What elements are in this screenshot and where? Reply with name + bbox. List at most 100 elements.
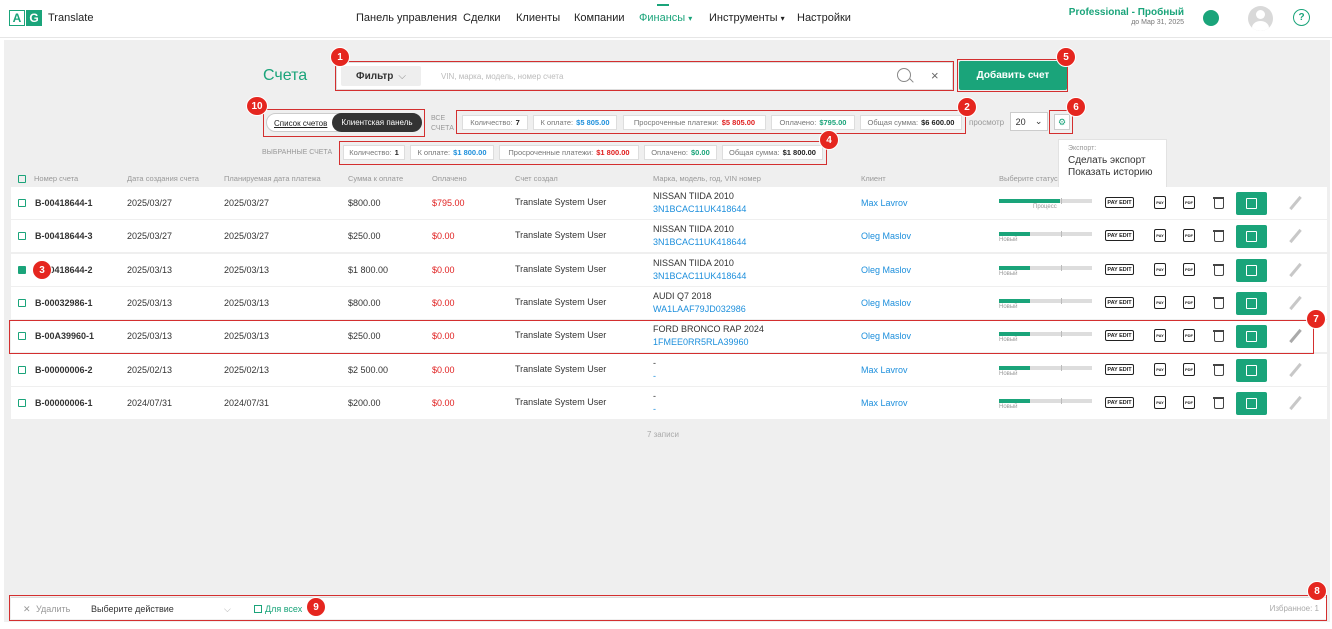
vehicle-vin[interactable]: 3N1BCAC11UK418644 (653, 204, 746, 214)
nav-settings[interactable]: Настройки (797, 12, 851, 24)
status-progress-bar[interactable] (999, 331, 1092, 337)
pdf-icon[interactable]: PDF (1183, 196, 1195, 209)
trash-icon[interactable] (1213, 363, 1224, 376)
edit-pencil-icon[interactable] (1289, 228, 1302, 244)
invoice-number[interactable]: B-00032986-1 (35, 298, 93, 308)
avatar[interactable] (1248, 6, 1273, 31)
status-progress-bar[interactable] (999, 365, 1092, 371)
action-select[interactable]: Выберите действие (91, 604, 174, 614)
pay-edit-icon[interactable]: PAY EDIT (1105, 264, 1134, 275)
col-status[interactable]: Выберите статус (999, 174, 1058, 183)
row-checkbox[interactable] (18, 332, 26, 340)
pay-edit-icon[interactable]: PAY EDIT (1105, 330, 1134, 341)
nav-deals[interactable]: Сделки (463, 12, 501, 24)
close-icon[interactable]: × (931, 68, 939, 83)
search-icon[interactable] (897, 68, 911, 82)
toggle-client-panel[interactable]: Клиентская панель (332, 113, 422, 132)
status-progress-bar[interactable] (999, 398, 1092, 404)
trash-icon[interactable] (1213, 196, 1224, 209)
pay-icon[interactable]: PAY (1154, 229, 1166, 242)
close-icon[interactable]: ✕ (23, 604, 31, 615)
invoice-number[interactable]: B-00000006-2 (35, 365, 93, 375)
table-row[interactable]: B-00418644-3 2025/03/27 2025/03/27 $250.00 $… (11, 220, 1327, 252)
client-link[interactable]: Oleg Maslov (861, 331, 911, 341)
for-all-checkbox[interactable] (254, 605, 262, 613)
pay-edit-icon[interactable]: PAY EDIT (1105, 297, 1134, 308)
nav-finance[interactable]: Финансы ▾ (639, 12, 692, 24)
col-vehicle[interactable]: Марка, модель, год, VIN номер (653, 174, 761, 183)
table-row[interactable]: B-00032986-1 2025/03/13 2025/03/13 $800.00 $… (11, 287, 1327, 319)
vehicle-vin[interactable]: WA1LAAF79JD032986 (653, 304, 746, 314)
status-progress-bar[interactable] (999, 265, 1092, 271)
table-row[interactable]: B-00A39960-1 2025/03/13 2025/03/13 $250.00 $… (11, 320, 1327, 352)
pdf-icon[interactable]: PDF (1183, 329, 1195, 342)
add-invoice-button[interactable]: Добавить счет (959, 61, 1067, 90)
invoice-number[interactable]: B-00418644-1 (35, 198, 93, 208)
col-amount[interactable]: Сумма к оплате (348, 174, 403, 183)
bell-icon[interactable] (1203, 10, 1219, 26)
col-paid[interactable]: Оплачено (432, 174, 467, 183)
client-link[interactable]: Max Lavrov (861, 365, 908, 375)
col-creator[interactable]: Счет создал (515, 174, 558, 183)
client-link[interactable]: Oleg Maslov (861, 298, 911, 308)
status-progress-bar[interactable] (999, 231, 1092, 237)
gear-icon[interactable]: ⚙ (1054, 114, 1070, 130)
row-checkbox[interactable] (18, 266, 26, 274)
nav-dashboard[interactable]: Панель управления (356, 12, 457, 24)
client-link[interactable]: Max Lavrov (861, 398, 908, 408)
status-progress-bar[interactable] (999, 298, 1092, 304)
trash-icon[interactable] (1213, 396, 1224, 409)
row-checkbox[interactable] (18, 232, 26, 240)
client-link[interactable]: Max Lavrov (861, 198, 908, 208)
toggle-invoice-list[interactable]: Список счетов (274, 119, 327, 128)
trash-icon[interactable] (1213, 229, 1224, 242)
open-external-icon[interactable] (1236, 392, 1267, 415)
pdf-icon[interactable]: PDF (1183, 263, 1195, 276)
nav-tools[interactable]: Инструменты ▾ (709, 12, 785, 24)
pdf-icon[interactable]: PDF (1183, 229, 1195, 242)
invoice-number[interactable]: B-00A39960-1 (35, 331, 94, 341)
edit-pencil-icon[interactable] (1289, 328, 1302, 344)
col-planned[interactable]: Планируемая дата платежа (224, 174, 321, 183)
col-created[interactable]: Дата создания счета (127, 174, 199, 183)
open-external-icon[interactable] (1236, 192, 1267, 215)
col-client[interactable]: Клиент (861, 174, 886, 183)
app-logo[interactable]: A G Translate (9, 10, 93, 26)
vehicle-vin[interactable]: 1FMEE0RR5RLA39960 (653, 337, 749, 347)
for-all-label[interactable]: Для всех (265, 604, 302, 614)
row-checkbox[interactable] (18, 199, 26, 207)
pay-edit-icon[interactable]: PAY EDIT (1105, 397, 1134, 408)
edit-pencil-icon[interactable] (1289, 262, 1302, 278)
export-menu-item-export[interactable]: Сделать экспорт (1068, 155, 1157, 166)
trash-icon[interactable] (1213, 329, 1224, 342)
vehicle-vin[interactable]: - (653, 371, 656, 381)
row-checkbox[interactable] (18, 399, 26, 407)
col-number[interactable]: Номер счета (34, 174, 78, 183)
pay-icon[interactable]: PAY (1154, 396, 1166, 409)
pay-icon[interactable]: PAY (1154, 296, 1166, 309)
page-size-select[interactable]: 20 ⌄ (1010, 112, 1048, 131)
invoice-number[interactable]: B-00418644-3 (35, 231, 93, 241)
pdf-icon[interactable]: PDF (1183, 396, 1195, 409)
nav-companies[interactable]: Компании (574, 12, 625, 24)
table-row[interactable]: B-00418644-2 2025/03/13 2025/03/13 $1 800.0… (11, 254, 1327, 286)
pay-edit-icon[interactable]: PAY EDIT (1105, 230, 1134, 241)
row-checkbox[interactable] (18, 299, 26, 307)
help-icon[interactable]: ? (1293, 9, 1310, 26)
pdf-icon[interactable]: PDF (1183, 296, 1195, 309)
pay-icon[interactable]: PAY (1154, 196, 1166, 209)
chevron-down-icon[interactable]: ⌵ (224, 604, 231, 615)
invoice-number[interactable]: B-00000006-1 (35, 398, 93, 408)
open-external-icon[interactable] (1236, 359, 1267, 382)
trash-icon[interactable] (1213, 296, 1224, 309)
select-all-checkbox[interactable] (18, 175, 26, 183)
open-external-icon[interactable] (1236, 259, 1267, 282)
open-external-icon[interactable] (1236, 225, 1267, 248)
open-external-icon[interactable] (1236, 325, 1267, 348)
client-link[interactable]: Oleg Maslov (861, 231, 911, 241)
table-row[interactable]: B-00418644-1 2025/03/27 2025/03/27 $800.00 $… (11, 187, 1327, 219)
edit-pencil-icon[interactable] (1289, 295, 1302, 311)
vehicle-vin[interactable]: 3N1BCAC11UK418644 (653, 271, 746, 281)
pdf-icon[interactable]: PDF (1183, 363, 1195, 376)
edit-pencil-icon[interactable] (1289, 195, 1302, 211)
